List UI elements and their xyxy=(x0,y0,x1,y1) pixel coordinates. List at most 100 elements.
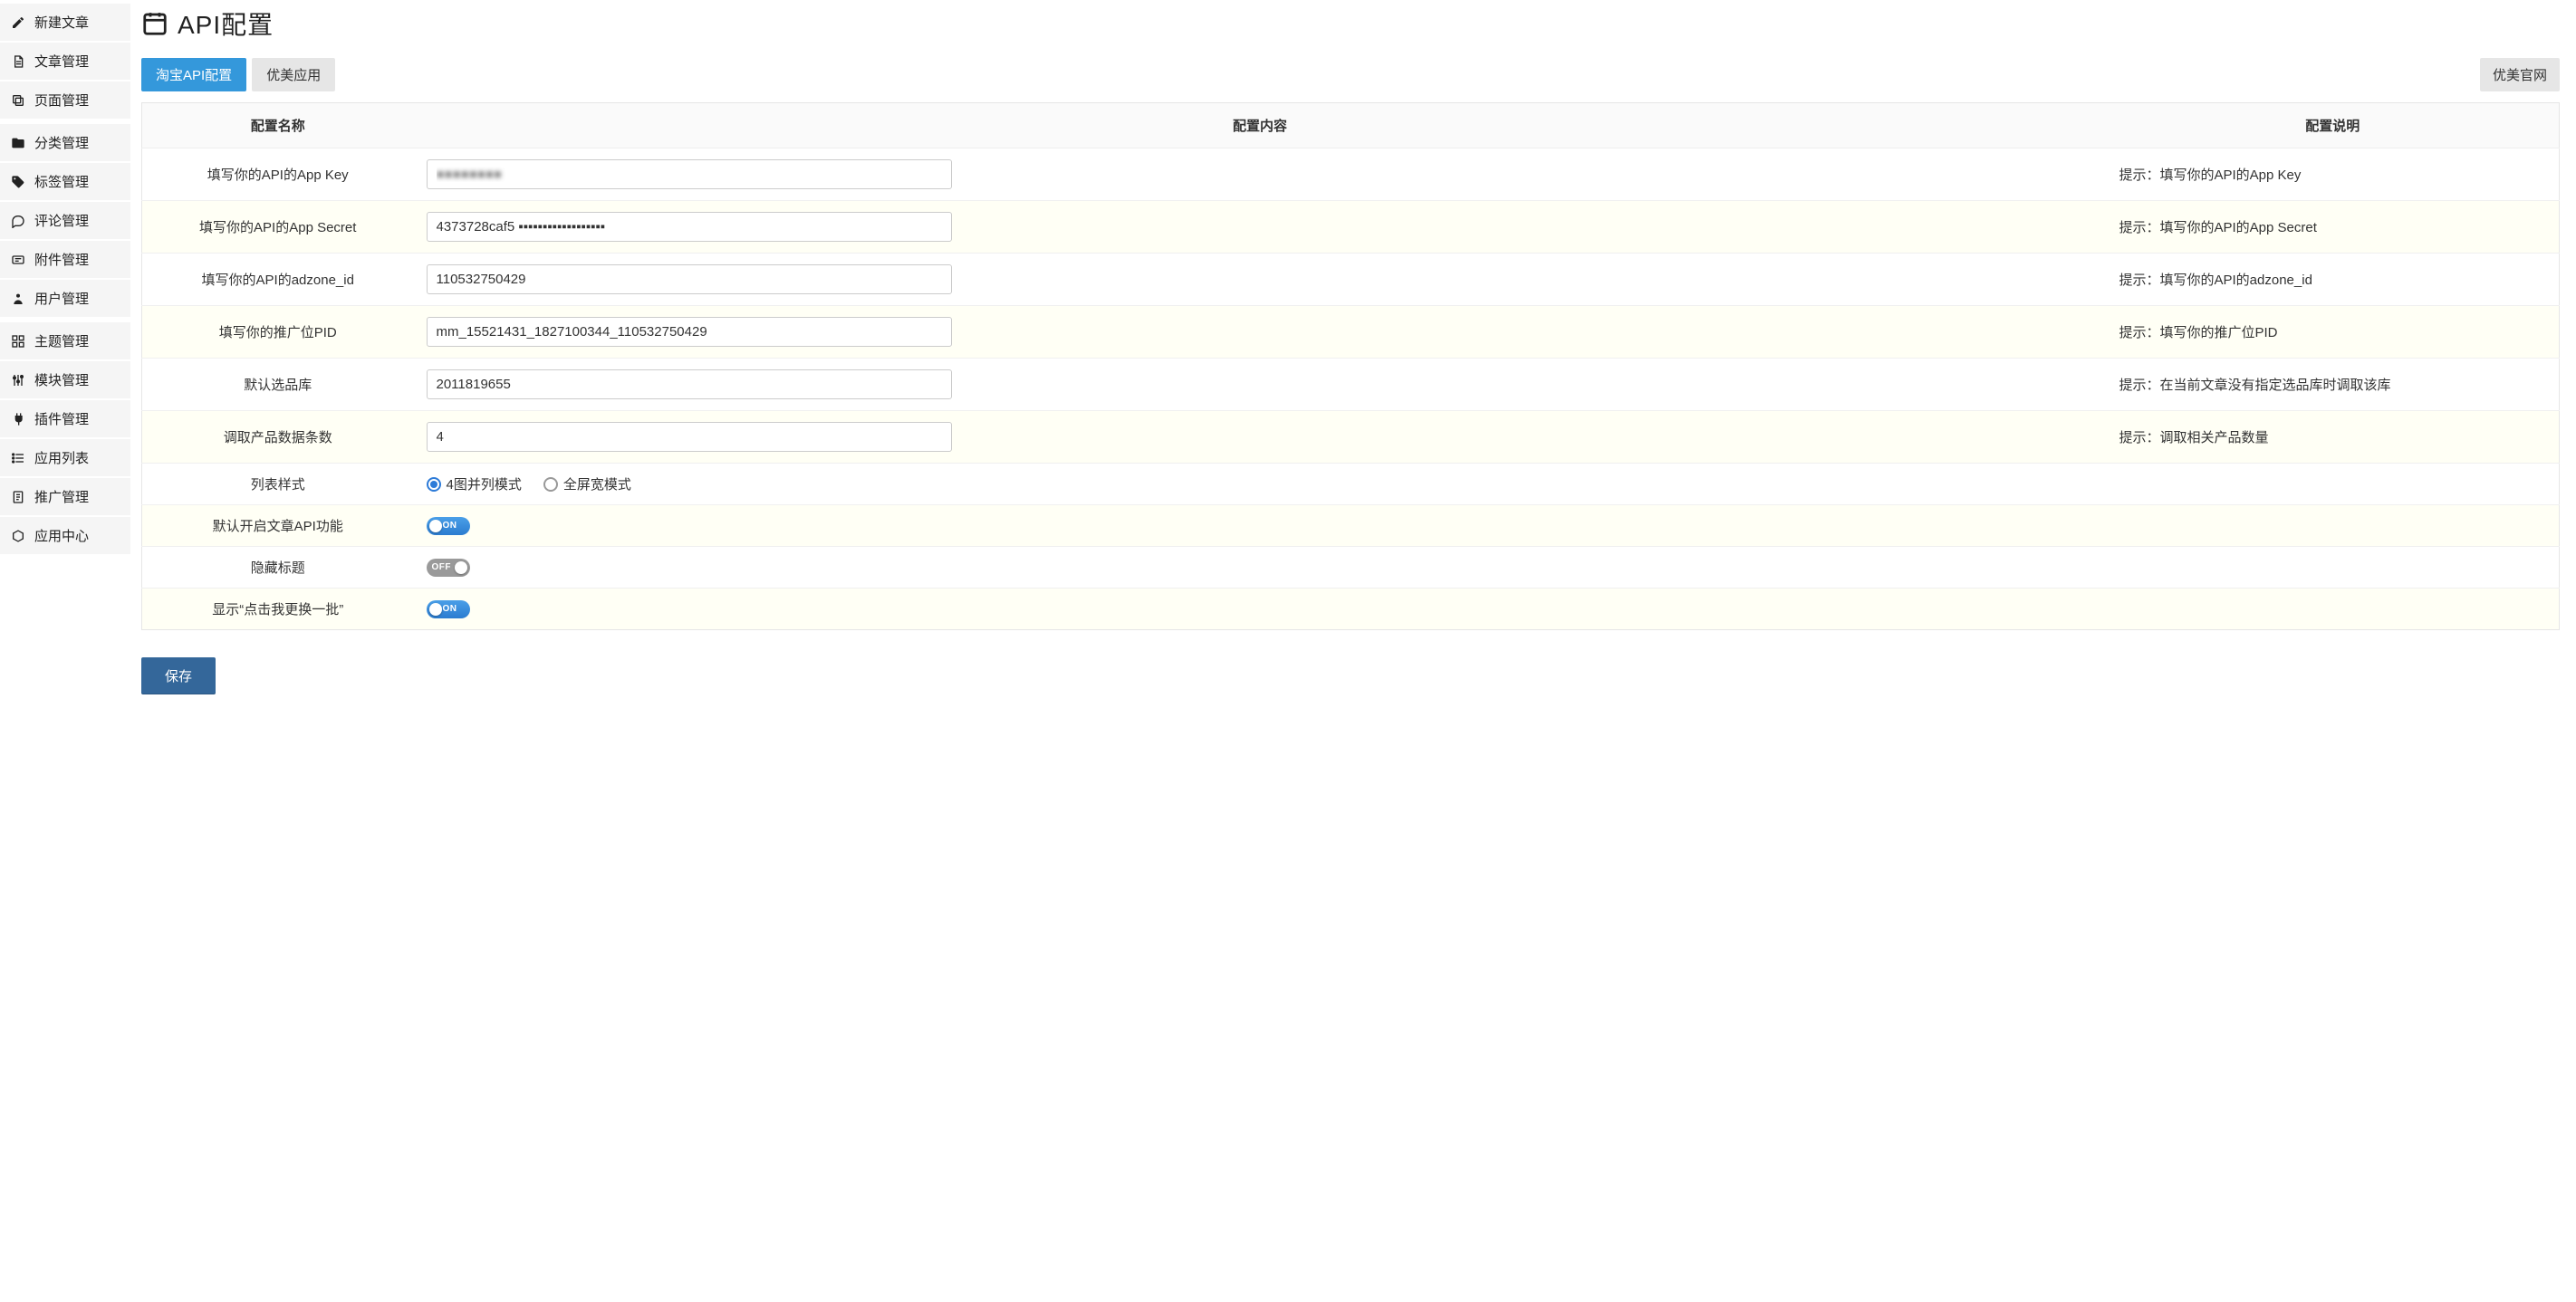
toggle-9[interactable]: ON xyxy=(427,600,470,618)
table-row: 填写你的推广位PID提示：填写你的推广位PID xyxy=(142,306,2560,359)
row-content xyxy=(414,411,2107,464)
sidebar-item-label: 文章管理 xyxy=(34,52,89,71)
row-content: 4图并列模式 全屏宽模式 xyxy=(414,464,2107,505)
doc-icon xyxy=(11,54,25,69)
comment-icon xyxy=(11,214,25,228)
sidebar-item-copy[interactable]: 页面管理 xyxy=(0,81,130,119)
cube-icon xyxy=(11,529,25,543)
row-content: ON xyxy=(414,589,2107,630)
sidebar-item-label: 附件管理 xyxy=(34,250,89,269)
pencil-icon xyxy=(11,15,25,30)
config-input-3[interactable] xyxy=(427,317,952,347)
user-icon xyxy=(11,292,25,306)
config-table: 配置名称 配置内容 配置说明 填写你的API的App Key 提示：填写你的API… xyxy=(141,102,2560,630)
row-name: 调取产品数据条数 xyxy=(142,411,414,464)
promo-icon xyxy=(11,490,25,504)
radio-icon xyxy=(427,477,441,492)
plug-icon xyxy=(11,412,25,426)
sidebar-item-label: 评论管理 xyxy=(34,211,89,230)
page-title: API配置 xyxy=(178,5,274,42)
row-name: 填写你的API的adzone_id xyxy=(142,254,414,306)
sidebar-item-pencil[interactable]: 新建文章 xyxy=(0,4,130,41)
config-input-1[interactable] xyxy=(427,212,952,242)
col-header-name: 配置名称 xyxy=(142,103,414,148)
sidebar-item-label: 应用中心 xyxy=(34,526,89,545)
sidebar-item-promo[interactable]: 推广管理 xyxy=(0,478,130,515)
tab-0[interactable]: 淘宝API配置 xyxy=(141,58,246,91)
copy-icon xyxy=(11,93,25,108)
row-desc: 提示：在当前文章没有指定选品库时调取该库 xyxy=(2107,359,2560,411)
row-name: 隐藏标题 xyxy=(142,547,414,589)
toggle-label: ON xyxy=(443,521,457,531)
row-desc xyxy=(2107,547,2560,589)
col-header-content: 配置内容 xyxy=(414,103,2107,148)
row-content xyxy=(414,359,2107,411)
tab-row: 淘宝API配置优美应用 优美官网 xyxy=(141,58,2560,91)
toggle-8[interactable]: OFF xyxy=(427,559,470,577)
sidebar-item-comment[interactable]: 评论管理 xyxy=(0,202,130,239)
toggle-label: ON xyxy=(443,604,457,614)
toggle-label: OFF xyxy=(432,562,452,572)
row-content xyxy=(414,201,2107,254)
sidebar-item-label: 插件管理 xyxy=(34,409,89,428)
row-content xyxy=(414,254,2107,306)
toggle-knob-icon xyxy=(429,520,442,532)
sidebar-item-label: 用户管理 xyxy=(34,289,89,308)
sidebar-item-list[interactable]: 应用列表 xyxy=(0,439,130,476)
sidebar-item-folder[interactable]: 分类管理 xyxy=(0,124,130,161)
config-table-body: 填写你的API的App Key提示：填写你的API的App Key填写你的API… xyxy=(142,148,2560,630)
sidebar-item-user[interactable]: 用户管理 xyxy=(0,280,130,317)
row-desc xyxy=(2107,505,2560,547)
attach-icon xyxy=(11,253,25,267)
config-input-0[interactable] xyxy=(427,159,952,189)
sidebar-item-attach[interactable]: 附件管理 xyxy=(0,241,130,278)
row-desc: 提示：调取相关产品数量 xyxy=(2107,411,2560,464)
radio-icon xyxy=(543,477,558,492)
sidebar-item-tag[interactable]: 标签管理 xyxy=(0,163,130,200)
row-name: 默认开启文章API功能 xyxy=(142,505,414,547)
table-row: 填写你的API的App Secret提示：填写你的API的App Secret xyxy=(142,201,2560,254)
sidebar-item-doc[interactable]: 文章管理 xyxy=(0,43,130,80)
sidebar-item-plug[interactable]: 插件管理 xyxy=(0,400,130,437)
sidebar-item-label: 主题管理 xyxy=(34,331,89,350)
row-desc: 提示：填写你的API的App Key xyxy=(2107,148,2560,201)
row-name: 显示“点击我更换一批” xyxy=(142,589,414,630)
radio-label-text: 全屏宽模式 xyxy=(563,474,631,493)
config-input-5[interactable] xyxy=(427,422,952,452)
row-content: OFF xyxy=(414,547,2107,589)
tab-1[interactable]: 优美应用 xyxy=(252,58,335,91)
sidebar-item-label: 标签管理 xyxy=(34,172,89,191)
main-content: API配置 淘宝API配置优美应用 优美官网 配置名称 配置内容 配置说明 填写… xyxy=(130,0,2576,722)
folder-icon xyxy=(11,136,25,150)
tabs: 淘宝API配置优美应用 xyxy=(141,58,335,91)
sidebar-item-grid[interactable]: 主题管理 xyxy=(0,322,130,359)
col-header-desc: 配置说明 xyxy=(2107,103,2560,148)
sidebar: 新建文章文章管理页面管理分类管理标签管理评论管理附件管理用户管理主题管理模块管理… xyxy=(0,0,130,722)
sidebar-item-label: 应用列表 xyxy=(34,448,89,467)
calendar-icon xyxy=(141,10,168,37)
table-row: 调取产品数据条数 提示：调取相关产品数量 xyxy=(142,411,2560,464)
row-desc: 提示：填写你的API的adzone_id xyxy=(2107,254,2560,306)
sidebar-item-label: 模块管理 xyxy=(34,370,89,389)
sidebar-item-module[interactable]: 模块管理 xyxy=(0,361,130,398)
grid-icon xyxy=(11,334,25,349)
row-name: 填写你的API的App Key xyxy=(142,148,414,201)
sidebar-item-label: 新建文章 xyxy=(34,13,89,32)
sidebar-item-cube[interactable]: 应用中心 xyxy=(0,517,130,554)
table-row: 默认开启文章API功能 ON xyxy=(142,505,2560,547)
radio-option-1[interactable]: 全屏宽模式 xyxy=(543,474,631,493)
table-row: 显示“点击我更换一批” ON xyxy=(142,589,2560,630)
row-name: 列表样式 xyxy=(142,464,414,505)
toggle-7[interactable]: ON xyxy=(427,517,470,535)
radio-option-0[interactable]: 4图并列模式 xyxy=(427,474,522,493)
module-icon xyxy=(11,373,25,388)
tag-icon xyxy=(11,175,25,189)
official-site-link[interactable]: 优美官网 xyxy=(2480,58,2560,91)
row-desc xyxy=(2107,589,2560,630)
radio-group-6: 4图并列模式 全屏宽模式 xyxy=(427,474,2094,493)
row-desc: 提示：填写你的API的App Secret xyxy=(2107,201,2560,254)
sidebar-item-label: 推广管理 xyxy=(34,487,89,506)
save-button[interactable]: 保存 xyxy=(141,657,216,694)
config-input-4[interactable] xyxy=(427,369,952,399)
config-input-2[interactable] xyxy=(427,264,952,294)
